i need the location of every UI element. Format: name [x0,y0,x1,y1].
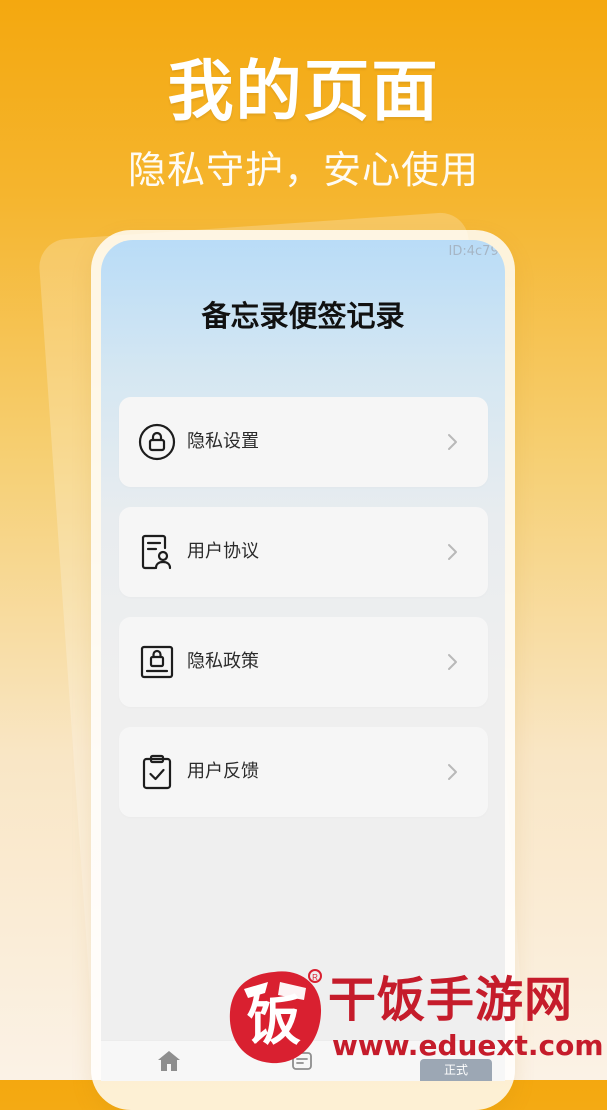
chevron-right-icon [445,431,459,453]
page-title: 我的页面 [167,53,440,130]
chevron-right-icon [445,761,459,783]
menu-label-user-feedback: 用户反馈 [187,761,259,782]
id-card-lock-icon [135,640,179,684]
settings-menu-list: 隐私设置 用户协议 隐私政策 用户反馈 [119,397,488,837]
chevron-right-icon [445,541,459,563]
phone-screen: ID:4c795 备忘录便签记录 隐私设置 用户协议 隐私政策 用户反馈 [101,240,505,1080]
clipboard-check-icon [135,750,179,794]
lock-icon [135,420,179,464]
build-tag: 正式 [420,1059,492,1081]
device-id-text: ID:4c795 [448,244,505,259]
document-user-icon [135,530,179,574]
app-title: 备忘录便签记录 [201,299,405,333]
menu-label-privacy-settings: 隐私设置 [187,431,259,452]
page-subtitle: 隐私守护，安心使用 [127,148,479,192]
menu-item-user-feedback[interactable]: 用户反馈 [119,727,488,817]
home-icon[interactable] [156,1049,182,1073]
bottom-nav: 正式 [101,1040,505,1081]
menu-label-privacy-policy: 隐私政策 [187,651,259,672]
page-header: 我的页面 隐私守护，安心使用 [0,52,607,192]
chevron-right-icon [445,651,459,673]
menu-item-privacy-policy[interactable]: 隐私政策 [119,617,488,707]
menu-label-user-agreement: 用户协议 [187,541,259,562]
menu-item-user-agreement[interactable]: 用户协议 [119,507,488,597]
notes-icon[interactable] [291,1051,313,1071]
menu-item-privacy-settings[interactable]: 隐私设置 [119,397,488,487]
